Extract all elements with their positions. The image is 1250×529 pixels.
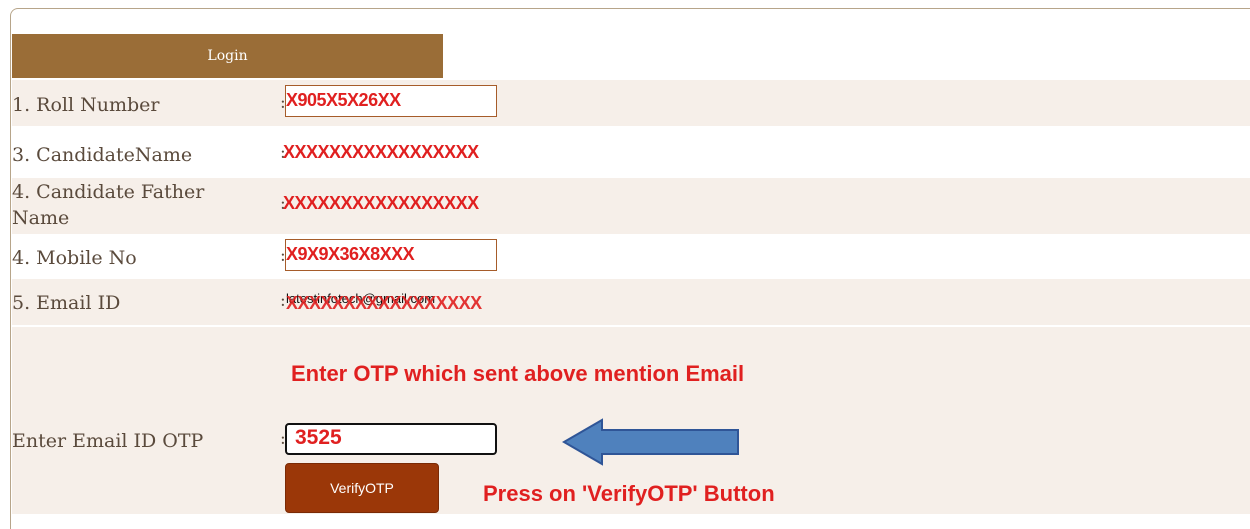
- mobile-no-input[interactable]: X9X9X36X8XXX: [285, 239, 497, 271]
- email-otp-input[interactable]: 3525: [285, 423, 497, 455]
- father-name-label-line1: 4. Candidate Father: [12, 181, 205, 203]
- otp-instruction-annotation: Enter OTP which sent above mention Email: [291, 361, 745, 386]
- mobile-no-value: X9X9X36X8XXX: [286, 244, 415, 264]
- roll-number-row: 1. Roll Number :: [12, 80, 1250, 126]
- left-arrow-icon: [562, 418, 739, 466]
- candidate-name-row: 3. CandidateName : XXXXXXXXXXXXXXXXX: [12, 130, 1250, 176]
- email-otp-label: Enter Email ID OTP: [12, 430, 204, 452]
- candidate-name-label: 3. CandidateName: [12, 144, 193, 166]
- verify-otp-button[interactable]: VerifyOTP: [285, 463, 439, 513]
- candidate-name-value: XXXXXXXXXXXXXXXXX: [283, 142, 479, 162]
- email-id-value: XXXXXXXXXXXXXXXXX: [286, 293, 482, 313]
- mobile-no-row: 4. Mobile No :: [12, 236, 1250, 276]
- press-button-annotation: Press on 'VerifyOTP' Button: [483, 481, 775, 506]
- father-name-value: XXXXXXXXXXXXXXXXX: [283, 193, 479, 213]
- mobile-no-label: 4. Mobile No: [12, 247, 137, 269]
- email-otp-value: 3525: [295, 426, 342, 449]
- roll-number-label: 1. Roll Number: [12, 94, 160, 116]
- roll-number-input[interactable]: X905X5X26XX: [285, 85, 497, 117]
- email-id-label: 5. Email ID: [12, 292, 121, 314]
- roll-number-value: X905X5X26XX: [286, 90, 401, 110]
- email-id-input[interactable]: latestinfotech@gmail.com XXXXXXXXXXXXXXX…: [285, 283, 497, 315]
- login-tab[interactable]: Login: [12, 34, 443, 78]
- father-name-label-line2: Name: [12, 207, 70, 229]
- father-name-row: 4. Candidate Father Name : XXXXXXXXXXXXX…: [12, 178, 1250, 234]
- email-id-row: 5. Email ID :: [12, 279, 1250, 325]
